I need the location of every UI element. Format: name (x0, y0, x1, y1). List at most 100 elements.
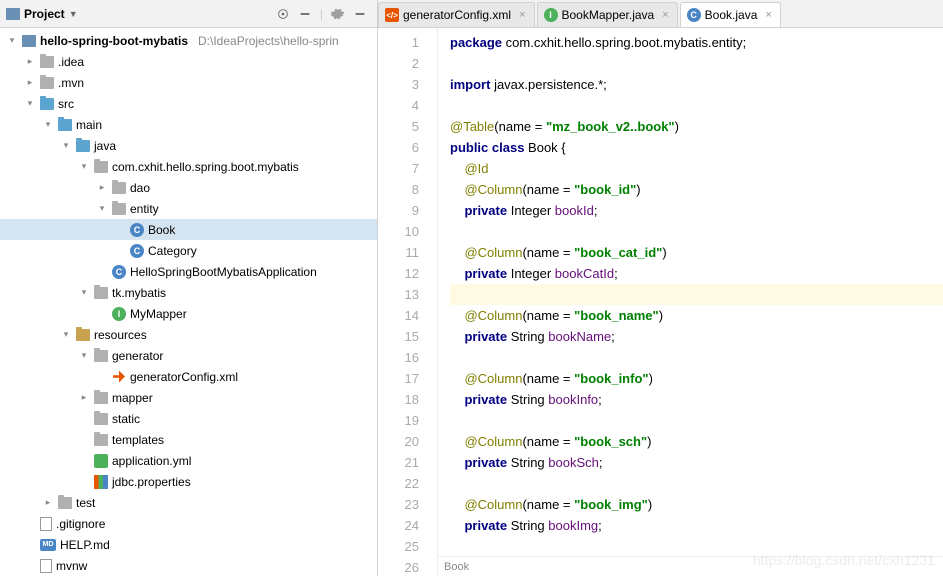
tree-node[interactable]: CBook (0, 219, 377, 240)
code-line[interactable]: private String bookName; (450, 326, 943, 347)
tree-node[interactable]: application.yml (0, 450, 377, 471)
code-line[interactable]: @Column(name = "book_img") (450, 494, 943, 515)
code-line[interactable] (450, 473, 943, 494)
tree-node[interactable]: templates (0, 429, 377, 450)
tree-node[interactable]: ▸ .mvn (0, 72, 377, 93)
chevron-right-icon[interactable]: ▸ (96, 182, 108, 193)
tab-label: Book.java (705, 8, 758, 22)
gear-icon[interactable] (327, 3, 349, 25)
code-line[interactable] (450, 347, 943, 368)
tree-node[interactable]: ▾ main (0, 114, 377, 135)
chevron-down-icon[interactable]: ▾ (42, 119, 54, 130)
tree-label: main (76, 118, 102, 132)
chevron-down-icon[interactable]: ▾ (78, 287, 90, 298)
tree-node[interactable]: .gitignore (0, 513, 377, 534)
chevron-right-icon[interactable]: ▸ (42, 497, 54, 508)
tree-node[interactable]: static (0, 408, 377, 429)
code-line[interactable]: import javax.persistence.*; (450, 74, 943, 95)
class-icon: C (112, 265, 126, 279)
code-editor[interactable]: 1234567891011121314151617181920212223242… (378, 28, 943, 576)
tree-node[interactable]: CHelloSpringBootMybatisApplication (0, 261, 377, 282)
tree-node[interactable]: ▸test (0, 492, 377, 513)
code-line[interactable]: @Column(name = "book_info") (450, 368, 943, 389)
code-line[interactable]: @Id (450, 158, 943, 179)
code-line[interactable]: package com.cxhit.hello.spring.boot.myba… (450, 32, 943, 53)
chevron-down-icon[interactable]: ▾ (78, 350, 90, 361)
tree-node[interactable]: ▸mapper (0, 387, 377, 408)
project-dropdown[interactable]: Project ▼ (6, 7, 78, 21)
chevron-down-icon[interactable]: ▾ (78, 161, 90, 172)
tree-node[interactable]: CCategory (0, 240, 377, 261)
code-line[interactable]: private Integer bookId; (450, 200, 943, 221)
code-area[interactable]: package com.cxhit.hello.spring.boot.myba… (438, 28, 943, 576)
code-line[interactable]: @Column(name = "book_name") (450, 305, 943, 326)
package-icon (94, 350, 108, 362)
code-line[interactable] (450, 284, 943, 305)
tree-label: com.cxhit.hello.spring.boot.mybatis (112, 160, 299, 174)
tree-label: MyMapper (130, 307, 187, 321)
tab-label: generatorConfig.xml (403, 8, 511, 22)
collapse-button[interactable] (294, 3, 316, 25)
code-line[interactable]: @Column(name = "book_sch") (450, 431, 943, 452)
project-tree[interactable]: ▾hello-spring-boot-mybatisD:\IdeaProject… (0, 28, 378, 576)
code-line[interactable] (450, 221, 943, 242)
tree-node[interactable]: mvnw (0, 555, 377, 576)
tree-label: entity (130, 202, 159, 216)
chevron-down-icon[interactable]: ▾ (6, 35, 18, 46)
tree-node[interactable]: ▾ com.cxhit.hello.spring.boot.mybatis (0, 156, 377, 177)
code-line[interactable]: @Table(name = "mz_book_v2..book") (450, 116, 943, 137)
tree-label: .mvn (58, 76, 84, 90)
separator: | (320, 7, 323, 21)
code-line[interactable]: private Integer bookCatId; (450, 263, 943, 284)
editor-tab[interactable]: CBook.java× (680, 2, 781, 27)
chevron-right-icon[interactable]: ▸ (24, 77, 36, 88)
code-line[interactable]: private String bookSch; (450, 452, 943, 473)
chevron-down-icon[interactable]: ▾ (60, 140, 72, 151)
tree-node[interactable]: generatorConfig.xml (0, 366, 377, 387)
tree-node[interactable]: ▾hello-spring-boot-mybatisD:\IdeaProject… (0, 30, 377, 51)
tree-node[interactable]: ▸.idea (0, 51, 377, 72)
code-line[interactable]: private String bookInfo; (450, 389, 943, 410)
editor-tab[interactable]: IBookMapper.java× (537, 2, 678, 27)
tree-node[interactable]: ▾ java (0, 135, 377, 156)
package-icon (94, 392, 108, 404)
interface-icon: I (112, 307, 126, 321)
editor-breadcrumb[interactable]: Book (438, 556, 943, 576)
close-icon[interactable]: × (662, 9, 668, 21)
code-line[interactable] (450, 95, 943, 116)
package-icon (94, 161, 108, 173)
tree-node[interactable]: ▾resources (0, 324, 377, 345)
package-icon (112, 203, 126, 215)
tree-node[interactable]: MDHELP.md (0, 534, 377, 555)
tree-node[interactable]: jdbc.properties (0, 471, 377, 492)
code-line[interactable]: @Column(name = "book_id") (450, 179, 943, 200)
chevron-right-icon[interactable]: ▸ (78, 392, 90, 403)
tree-node[interactable]: I MyMapper (0, 303, 377, 324)
locate-button[interactable] (272, 3, 294, 25)
code-line[interactable] (450, 53, 943, 74)
hide-button[interactable] (349, 3, 371, 25)
close-icon[interactable]: × (519, 9, 525, 21)
tree-node[interactable]: ▾generator (0, 345, 377, 366)
editor-tab[interactable]: </>generatorConfig.xml× (378, 2, 535, 27)
tree-node[interactable]: ▾tk.mybatis (0, 282, 377, 303)
chevron-right-icon[interactable]: ▸ (24, 56, 36, 67)
code-line[interactable]: public class Book { (450, 137, 943, 158)
folder-icon (58, 497, 72, 509)
file-icon (40, 559, 52, 573)
tree-label: application.yml (112, 454, 191, 468)
close-icon[interactable]: × (765, 9, 771, 21)
code-line[interactable]: @Column(name = "book_cat_id") (450, 242, 943, 263)
code-line[interactable]: private String bookImg; (450, 515, 943, 536)
tree-node[interactable]: ▾ entity (0, 198, 377, 219)
chevron-down-icon[interactable]: ▾ (24, 98, 36, 109)
chevron-down-icon[interactable]: ▾ (96, 203, 108, 214)
chevron-down-icon[interactable]: ▾ (60, 329, 72, 340)
tree-node[interactable]: ▸dao (0, 177, 377, 198)
code-line[interactable] (450, 536, 943, 557)
tree-node[interactable]: ▾src (0, 93, 377, 114)
tree-label: java (94, 139, 116, 153)
code-line[interactable] (450, 410, 943, 431)
folder-icon (40, 56, 54, 68)
folder-icon (40, 77, 54, 89)
